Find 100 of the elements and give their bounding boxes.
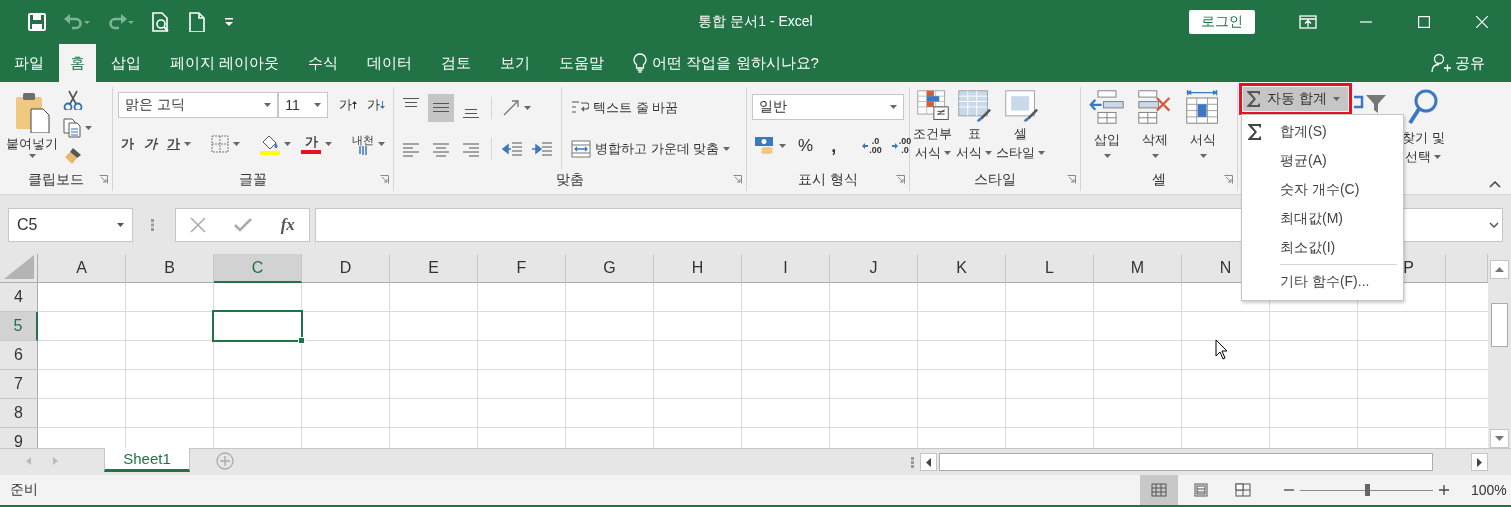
expand-icon [1489, 221, 1499, 228]
font-size-dropdown[interactable]: 11 [278, 92, 328, 118]
zoom-level[interactable]: 100% [1471, 482, 1511, 498]
outdent-icon [502, 140, 522, 157]
tell-me-button[interactable]: 어떤 작업을 원하시나요? [619, 44, 819, 82]
ribbon-tab[interactable]: 삽입 [97, 44, 155, 82]
scroll-left-button[interactable] [920, 453, 937, 471]
grow-font-button[interactable]: 가 [336, 93, 360, 117]
column-header[interactable]: K [918, 254, 1006, 283]
column-header[interactable]: F [478, 254, 566, 283]
scroll-down-button[interactable] [1490, 429, 1509, 448]
dialog-launcher-icon [896, 175, 905, 184]
name-box[interactable]: C5 [8, 207, 133, 242]
caret-icon [378, 142, 385, 146]
percent-button[interactable]: % [793, 134, 819, 158]
active-cell[interactable] [212, 310, 303, 342]
cell-style-button[interactable]: 셀 스타일 [994, 87, 1047, 169]
column-header[interactable]: H [654, 254, 742, 283]
delete-cells-button[interactable]: 삭제 [1135, 87, 1175, 169]
format-cells-button[interactable]: 서식 [1183, 87, 1223, 169]
column-header[interactable]: E [390, 254, 478, 283]
plus-circle-icon [216, 452, 234, 470]
scroll-up-button[interactable] [1490, 260, 1509, 279]
wrap-text-button[interactable]: 텍스트 줄 바꿈 [568, 95, 734, 120]
ribbon-tab[interactable]: 보기 [486, 44, 545, 82]
ribbon-tab[interactable]: 파일 [0, 44, 58, 82]
column-header[interactable]: A [38, 254, 126, 283]
copy-button[interactable] [60, 116, 95, 140]
caret-icon [524, 105, 531, 110]
caret-icon [85, 126, 92, 130]
group-label: 표시 형식 [798, 171, 858, 189]
ribbon-tab[interactable]: 페이지 레이아웃 [156, 44, 294, 82]
text-angle-icon [502, 98, 520, 117]
menu-item[interactable]: 숫자 개수(C) [1242, 175, 1403, 204]
paste-icon [14, 91, 50, 133]
vertical-scrollbar[interactable] [1488, 254, 1511, 448]
ribbon-tab[interactable]: 도움말 [545, 44, 619, 82]
row-header[interactable]: 7 [0, 370, 38, 399]
underline-button[interactable]: 가 [164, 132, 194, 156]
autosum-button[interactable]: 자동 합계 [1243, 87, 1348, 111]
ribbon-tab[interactable]: 홈 [59, 44, 96, 82]
table-format-button[interactable]: 표 서식 [954, 87, 994, 169]
increase-decimal-button[interactable]: .0 .00 [859, 134, 885, 158]
print-preview-button[interactable] [151, 12, 171, 32]
redo-icon [107, 12, 135, 32]
login-button[interactable]: 로그인 [1189, 10, 1255, 34]
font-color-button[interactable]: 가 [298, 132, 335, 156]
column-header[interactable]: D [302, 254, 390, 283]
paste-button[interactable]: 붙여넣기 [4, 87, 60, 169]
collapse-ribbon-button[interactable] [1489, 181, 1501, 188]
borders-button[interactable] [208, 132, 243, 156]
row-header[interactable]: 9 [0, 428, 38, 448]
column-header[interactable]: L [1006, 254, 1094, 283]
search-icon [1408, 89, 1439, 127]
caret-icon [890, 105, 897, 109]
scroll-thumb[interactable] [1491, 303, 1508, 347]
save-button[interactable] [27, 12, 47, 32]
phonetic-icon [358, 145, 368, 155]
sheet-tab[interactable]: Sheet1 [104, 448, 190, 472]
font-name-dropdown[interactable]: 맑은 고딕 [118, 92, 279, 118]
dialog-launcher-icon [733, 175, 742, 184]
number-format-dropdown[interactable]: 일반 [752, 94, 904, 120]
scroll-thumb[interactable] [939, 453, 1433, 471]
merge-center-button[interactable]: 병합하고 가운데 맞춤 [568, 136, 734, 161]
column-header[interactable]: G [566, 254, 654, 283]
italic-button[interactable]: 가 [141, 132, 160, 156]
row-header[interactable]: 6 [0, 341, 38, 370]
column-header[interactable]: B [126, 254, 214, 283]
normal-view-button[interactable] [1140, 475, 1178, 505]
insert-function-button[interactable]: fx [280, 214, 295, 235]
caret-icon [325, 142, 332, 146]
scroll-right-button[interactable] [1471, 453, 1488, 471]
caret-icon [1151, 154, 1159, 158]
column-header[interactable]: C [214, 254, 302, 283]
insert-cells-button[interactable]: 삽입 [1087, 87, 1127, 169]
new-document-button[interactable] [187, 12, 207, 32]
row-header[interactable]: 4 [0, 283, 38, 312]
row-header[interactable]: 5 [0, 312, 38, 341]
share-button[interactable]: 공유 [1431, 44, 1511, 82]
shrink-font-button[interactable]: 가 [364, 93, 388, 117]
bold-button[interactable]: 가 [118, 132, 137, 156]
column-header[interactable]: I [742, 254, 830, 283]
ribbon-tab[interactable]: 수식 [294, 44, 353, 82]
column-header[interactable]: M [1094, 254, 1182, 283]
align-left-icon [403, 140, 419, 157]
align-center-icon [433, 140, 449, 157]
menu-item[interactable]: 최대값(M) [1242, 204, 1403, 233]
phonetic-button[interactable]: 내천 [349, 132, 388, 156]
ribbon-tab[interactable]: 검토 [427, 44, 486, 82]
ribbon-tab[interactable]: 데이터 [353, 44, 427, 82]
down-triangle-icon [1495, 436, 1504, 441]
zoom-in-button[interactable] [1439, 485, 1449, 495]
align-middle-button[interactable] [428, 93, 454, 122]
zoom-slider-thumb[interactable] [1364, 484, 1370, 496]
horizontal-scrollbar[interactable] [920, 452, 1488, 472]
comma-button[interactable]: , [822, 134, 846, 158]
column-header[interactable]: J [830, 254, 918, 283]
row-header[interactable]: 8 [0, 399, 38, 428]
close-icon [1476, 16, 1488, 28]
caret-icon [1434, 154, 1442, 159]
